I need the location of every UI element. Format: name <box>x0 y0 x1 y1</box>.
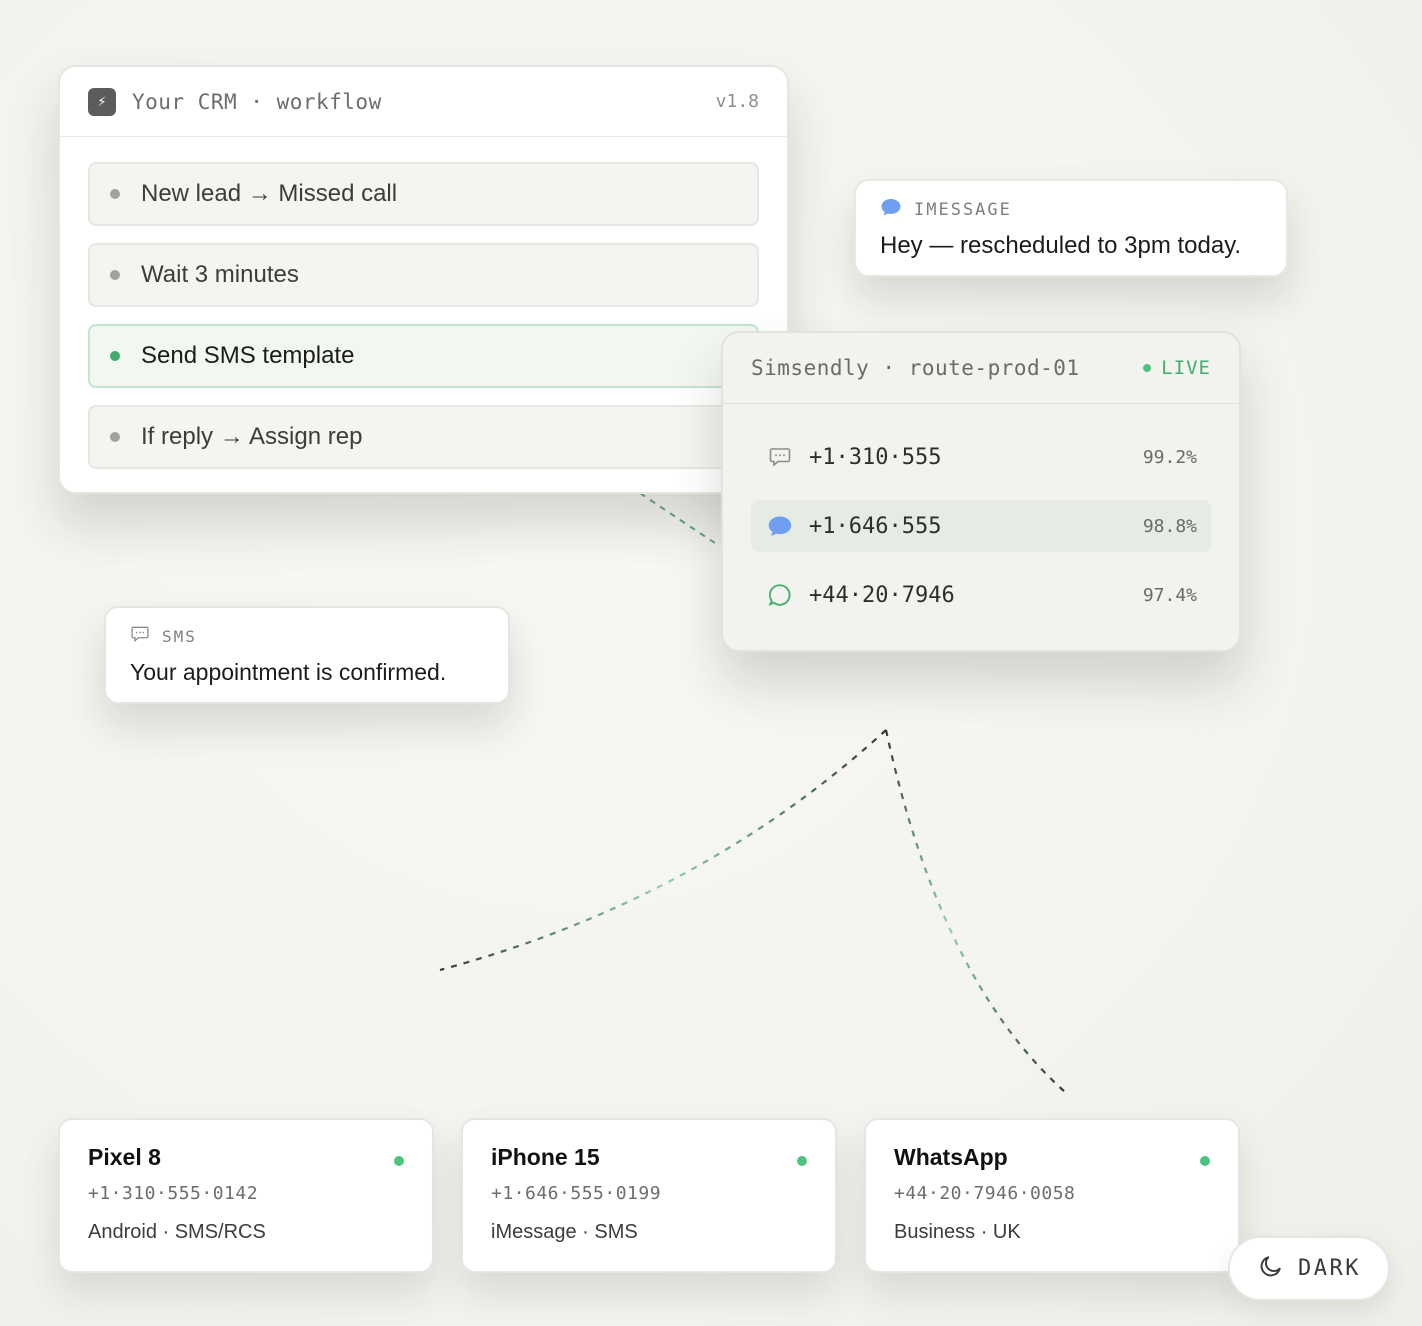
step-dot-icon <box>110 270 120 280</box>
step-label: Wait 3 minutes <box>141 261 299 288</box>
route-rate: 97.4% <box>1142 584 1197 606</box>
device-meta: iMessage · SMS <box>491 1221 638 1243</box>
crm-title: Your CRM · workflow <box>132 89 382 114</box>
device-meta: Android · SMS/RCS <box>88 1221 266 1243</box>
workflow-step[interactable]: New lead → Missed call <box>88 162 759 226</box>
imessage-notification: IMESSAGE Hey — rescheduled to 3pm today. <box>854 179 1288 277</box>
device-name: WhatsApp <box>894 1144 1008 1170</box>
router-card: Simsendly · route-prod-01 LIVE +1·310·55… <box>721 331 1241 652</box>
online-status-dot-icon <box>1200 1156 1210 1166</box>
device-name: iPhone 15 <box>491 1144 600 1170</box>
route-list: +1·310·555 99.2% +1·646·555 98.8% +44·20… <box>723 404 1239 621</box>
imessage-bubble-icon <box>767 513 793 539</box>
connector-crm-to-router <box>639 492 719 546</box>
step-dot-icon <box>110 432 120 442</box>
dark-mode-toggle[interactable]: DARK <box>1228 1236 1390 1301</box>
dark-mode-label: DARK <box>1298 1256 1361 1281</box>
moon-icon <box>1258 1253 1284 1284</box>
imessage-text: Hey — rescheduled to 3pm today. <box>880 232 1242 259</box>
connector-router-to-left <box>439 729 887 972</box>
live-dot-icon <box>1143 364 1152 372</box>
live-label: LIVE <box>1161 357 1211 379</box>
device-number: +1·646·555·0199 <box>491 1183 662 1204</box>
device-number: +44·20·7946·0058 <box>894 1183 1076 1204</box>
imessage-tag: IMESSAGE <box>914 199 1012 220</box>
route-number: +44·20·7946 <box>809 582 955 608</box>
route-rate: 99.2% <box>1142 446 1197 468</box>
route-row[interactable]: +1·310·555 99.2% <box>751 431 1211 483</box>
live-status-badge: LIVE <box>1143 357 1211 379</box>
device-number: +1·310·555·0142 <box>88 1183 259 1204</box>
crm-workflow-card: ⚡ Your CRM · workflow v1.8 New lead → Mi… <box>58 65 789 494</box>
sms-bubble-icon <box>130 624 150 649</box>
device-card-whatsapp[interactable]: WhatsApp +44·20·7946·0058 Business · UK <box>864 1118 1240 1273</box>
workflow-step[interactable]: Wait 3 minutes <box>88 243 759 307</box>
sms-text: Your appointment is confirmed. <box>130 659 447 685</box>
route-row[interactable]: +44·20·7946 97.4% <box>751 569 1211 621</box>
device-card-pixel[interactable]: Pixel 8 +1·310·555·0142 Android · SMS/RC… <box>58 1118 434 1273</box>
connector-router-to-whatsapp <box>884 729 1066 1093</box>
crm-version: v1.8 <box>715 91 759 112</box>
sms-tag: SMS <box>162 627 197 646</box>
bolt-icon: ⚡ <box>88 87 116 116</box>
router-title: Simsendly · route-prod-01 <box>751 356 1080 380</box>
router-header: Simsendly · route-prod-01 LIVE <box>723 333 1239 404</box>
step-label: If reply → Assign rep <box>141 423 363 450</box>
device-card-iphone[interactable]: iPhone 15 +1·646·555·0199 iMessage · SMS <box>461 1118 837 1273</box>
workflow-step[interactable]: If reply → Assign rep <box>88 405 759 469</box>
sms-bubble-icon <box>767 444 793 470</box>
route-rate: 98.8% <box>1142 515 1197 537</box>
sms-notification: SMS Your appointment is confirmed. <box>104 606 510 704</box>
imessage-bubble-icon <box>880 197 902 222</box>
step-dot-icon <box>110 189 120 199</box>
online-status-dot-icon <box>394 1156 404 1166</box>
crm-header: ⚡ Your CRM · workflow v1.8 <box>60 67 787 137</box>
workflow-steps: New lead → Missed call Wait 3 minutes Se… <box>60 137 787 469</box>
device-name: Pixel 8 <box>88 1144 161 1170</box>
route-number: +1·646·555 <box>809 513 942 539</box>
whatsapp-bubble-icon <box>767 582 793 608</box>
online-status-dot-icon <box>797 1156 807 1166</box>
step-label: Send SMS template <box>141 342 355 369</box>
route-row-highlighted[interactable]: +1·646·555 98.8% <box>751 500 1211 552</box>
workflow-step-active[interactable]: Send SMS template <box>88 324 759 388</box>
device-meta: Business · UK <box>894 1221 1021 1243</box>
route-number: +1·310·555 <box>809 444 942 470</box>
step-label: New lead → Missed call <box>141 180 398 207</box>
step-dot-icon <box>110 351 120 361</box>
